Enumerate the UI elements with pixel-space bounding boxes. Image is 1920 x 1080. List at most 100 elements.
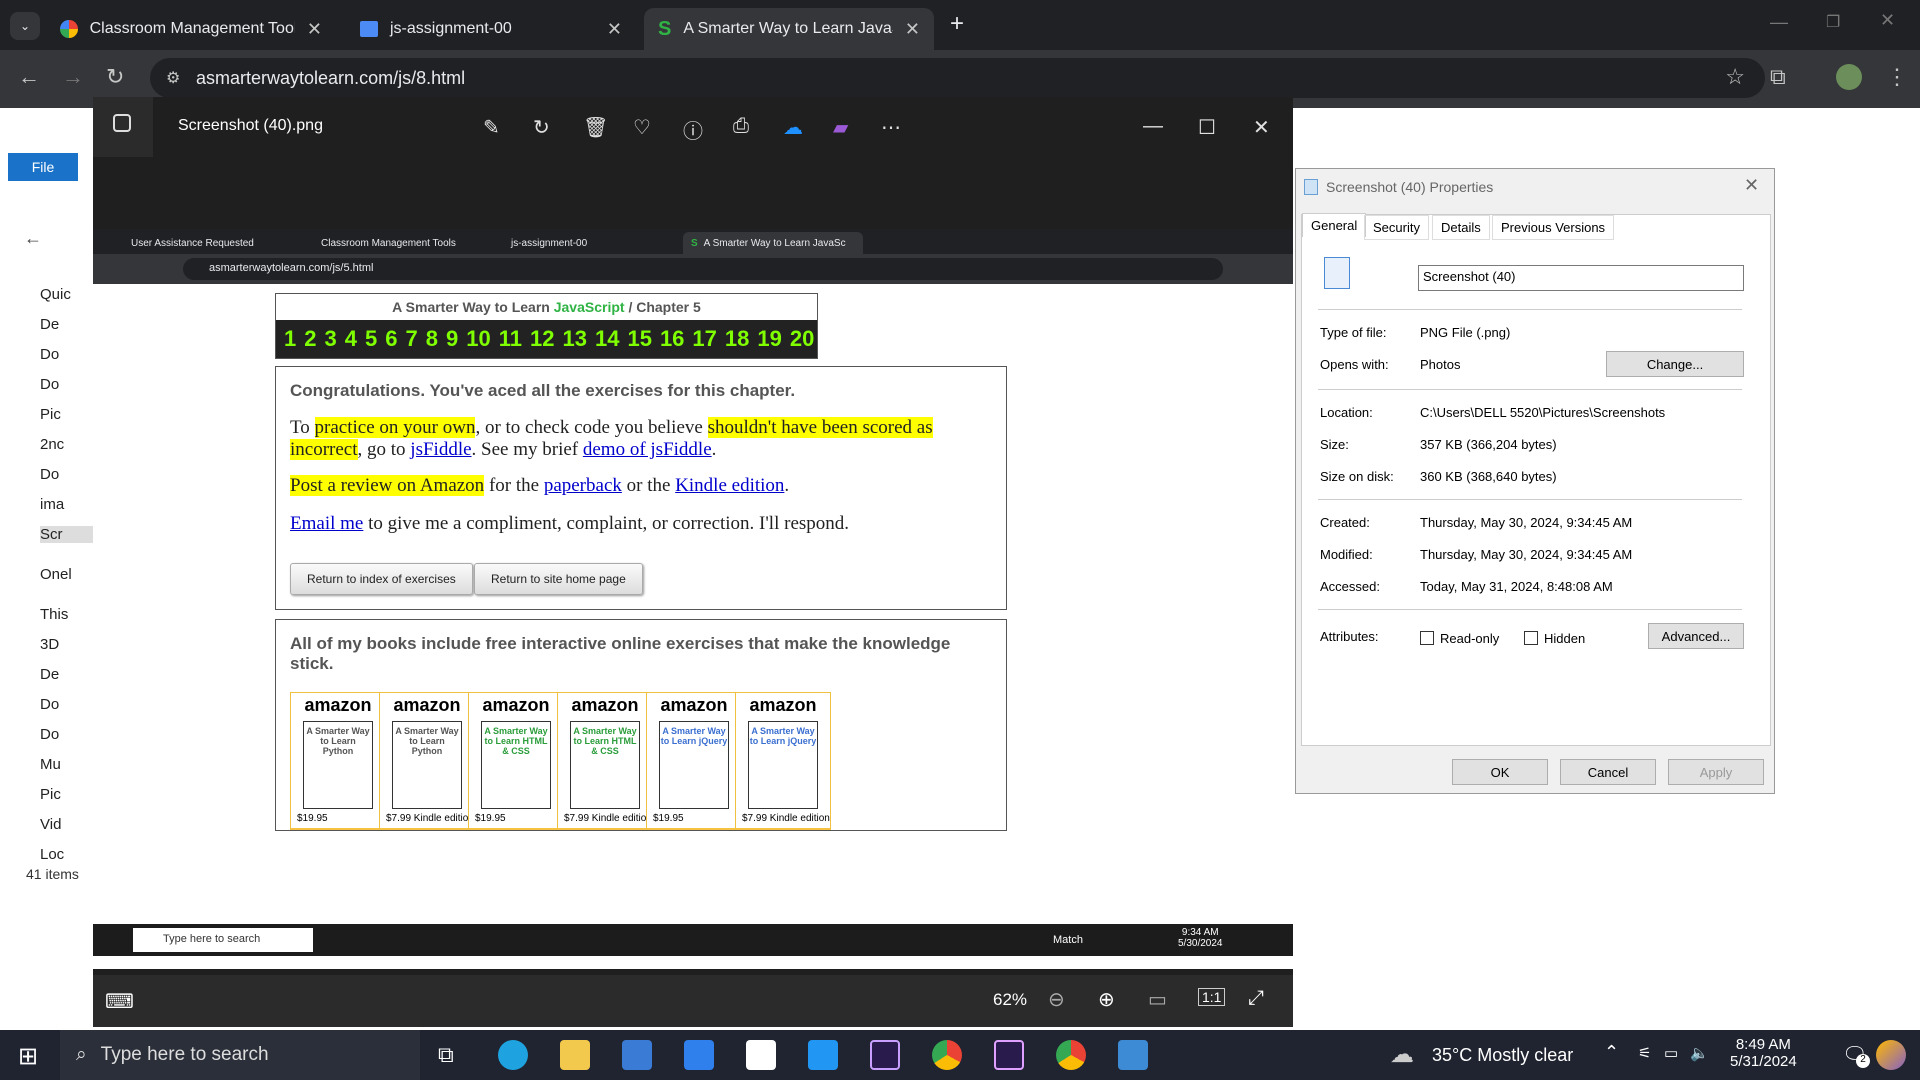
close-icon[interactable]: ✕ [607, 19, 622, 40]
change-button[interactable]: Change... [1606, 351, 1744, 377]
zoom-out-icon[interactable]: ⊖ [1048, 987, 1065, 1012]
tab-search-icon[interactable]: ⌄ [10, 12, 40, 40]
site-info-icon[interactable]: ⚙ [166, 68, 180, 88]
ok-button[interactable]: OK [1452, 759, 1548, 785]
nav-item[interactable]: This [40, 606, 68, 623]
windows-start-icon[interactable]: ⊞ [18, 1042, 38, 1071]
hidden-checkbox[interactable] [1524, 631, 1538, 645]
nav-item[interactable]: Do [40, 376, 59, 393]
maximize-icon[interactable]: ☐ [1198, 115, 1216, 140]
rotate-icon[interactable]: ↻ [533, 115, 550, 140]
nav-item[interactable]: De [40, 316, 59, 333]
nav-item[interactable]: Vid [40, 816, 61, 833]
restore-icon[interactable]: ❐ [1826, 12, 1840, 32]
delete-icon[interactable]: 🗑 [583, 115, 608, 140]
filmstrip-icon[interactable]: ⌨ [105, 989, 134, 1014]
books-heading: All of my books include free interactive… [290, 634, 951, 673]
tab-smarter-way[interactable]: S A Smarter Way to Learn JavaScr ✕ [644, 8, 934, 50]
nav-item[interactable]: 3D [40, 636, 59, 653]
nav-item[interactable]: Do [40, 696, 59, 713]
cancel-button[interactable]: Cancel [1560, 759, 1656, 785]
tab-details[interactable]: Details [1432, 215, 1490, 240]
forward-icon[interactable]: → [62, 64, 84, 90]
readonly-checkbox[interactable] [1420, 631, 1434, 645]
tab-js-assignment[interactable]: js-assignment-00 ✕ [346, 8, 636, 50]
nav-item[interactable]: Pic [40, 406, 61, 423]
nav-item[interactable]: Quic [40, 286, 71, 303]
file-explorer-icon[interactable] [560, 1040, 590, 1070]
nav-item[interactable]: Onel [40, 566, 72, 583]
volume-icon[interactable]: 🔈 [1690, 1044, 1709, 1062]
nav-item[interactable]: 2nc [40, 436, 64, 453]
more-icon[interactable]: ⋯ [881, 115, 901, 140]
onedrive-icon[interactable]: ☁ [783, 115, 803, 140]
clipchamp-icon[interactable]: ▰ [833, 115, 848, 140]
weather-icon[interactable]: ☁ [1390, 1040, 1414, 1069]
close-icon[interactable]: ✕ [905, 19, 920, 40]
nav-item[interactable]: Pic [40, 786, 61, 803]
close-icon[interactable]: ✕ [1744, 175, 1759, 196]
nav-item[interactable]: Scr [40, 526, 98, 543]
chapter-number: 10 [466, 326, 491, 351]
advanced-button[interactable]: Advanced... [1648, 623, 1744, 649]
edit-icon[interactable]: ✎ [483, 115, 500, 140]
tab-previous-versions[interactable]: Previous Versions [1492, 215, 1615, 240]
nav-item[interactable]: Do [40, 466, 59, 483]
actual-size-icon[interactable]: 1:1 [1198, 988, 1226, 1006]
tray-chevron-icon[interactable]: ⌃ [1604, 1042, 1619, 1063]
back-icon[interactable]: ← [18, 64, 40, 90]
file-tab[interactable]: File [8, 153, 78, 181]
filename-field[interactable]: Screenshot (40) [1418, 265, 1744, 291]
battery-icon[interactable]: ▭ [1664, 1044, 1678, 1062]
item-count: 41 items [26, 866, 79, 882]
copilot-icon[interactable] [1876, 1040, 1906, 1070]
extensions-icon[interactable]: ⧉ [1770, 64, 1786, 90]
tab-classroom[interactable]: Classroom Management Tools & ✕ [46, 8, 336, 50]
profile-avatar[interactable] [1836, 64, 1862, 90]
capcut-icon[interactable] [746, 1040, 776, 1070]
nav-item[interactable]: De [40, 666, 59, 683]
weather-text[interactable]: 35°C Mostly clear [1432, 1045, 1573, 1066]
fullscreen-icon[interactable]: ⤢ [1248, 987, 1264, 1010]
tab-security[interactable]: Security [1364, 215, 1429, 240]
favorite-icon[interactable]: ♡ [633, 115, 651, 140]
minimize-icon[interactable]: — [1770, 12, 1788, 33]
bookmark-star-icon[interactable]: ☆ [1725, 64, 1745, 90]
new-tab-icon[interactable]: + [950, 10, 964, 38]
after-effects-icon[interactable] [870, 1040, 900, 1070]
apply-button[interactable]: Apply [1668, 759, 1764, 785]
store-icon[interactable] [622, 1040, 652, 1070]
chrome-profile-icon[interactable] [1056, 1040, 1086, 1070]
print-icon[interactable]: ⎙ [733, 115, 749, 138]
info-icon[interactable]: ⓘ [683, 115, 703, 144]
clock[interactable]: 8:49 AM 5/31/2024 [1730, 1036, 1797, 1070]
fit-icon[interactable]: ▭ [1148, 987, 1167, 1012]
nav-item[interactable]: Do [40, 726, 59, 743]
nav-item[interactable]: Loc [40, 846, 64, 863]
close-icon[interactable]: ✕ [1253, 115, 1270, 140]
close-window-icon[interactable]: ✕ [1880, 10, 1895, 31]
edge-icon[interactable] [498, 1040, 528, 1070]
tab-general[interactable]: General [1302, 213, 1367, 237]
highlight: practice on your own [314, 417, 476, 438]
book-cover: A Smarter Way to Learn jQuery [659, 721, 729, 809]
zoom-in-icon[interactable]: ⊕ [1098, 987, 1115, 1012]
minimize-icon[interactable]: — [1143, 115, 1163, 138]
nav-item[interactable]: Do [40, 346, 59, 363]
amazon-logo: amazon [571, 695, 639, 715]
vscode-icon[interactable] [808, 1040, 838, 1070]
photos-icon[interactable] [1118, 1040, 1148, 1070]
menu-icon[interactable]: ⋮ [1886, 64, 1908, 90]
network-icon[interactable]: ⚟ [1638, 1044, 1651, 1062]
task-view-icon[interactable]: ⧉ [438, 1042, 454, 1068]
reload-icon[interactable]: ↻ [106, 64, 124, 90]
chrome-icon[interactable] [932, 1040, 962, 1070]
nav-item[interactable]: Mu [40, 756, 61, 773]
nav-item[interactable]: ima [40, 496, 64, 513]
close-icon[interactable]: ✕ [307, 19, 322, 40]
premiere-icon[interactable] [994, 1040, 1024, 1070]
url-field[interactable]: ⚙ asmarterwaytolearn.com/js/8.html ☆ [150, 58, 1765, 98]
back-icon[interactable]: ← [24, 228, 42, 249]
mail-icon[interactable] [684, 1040, 714, 1070]
taskbar-search[interactable]: ⌕ Type here to search [60, 1030, 420, 1080]
